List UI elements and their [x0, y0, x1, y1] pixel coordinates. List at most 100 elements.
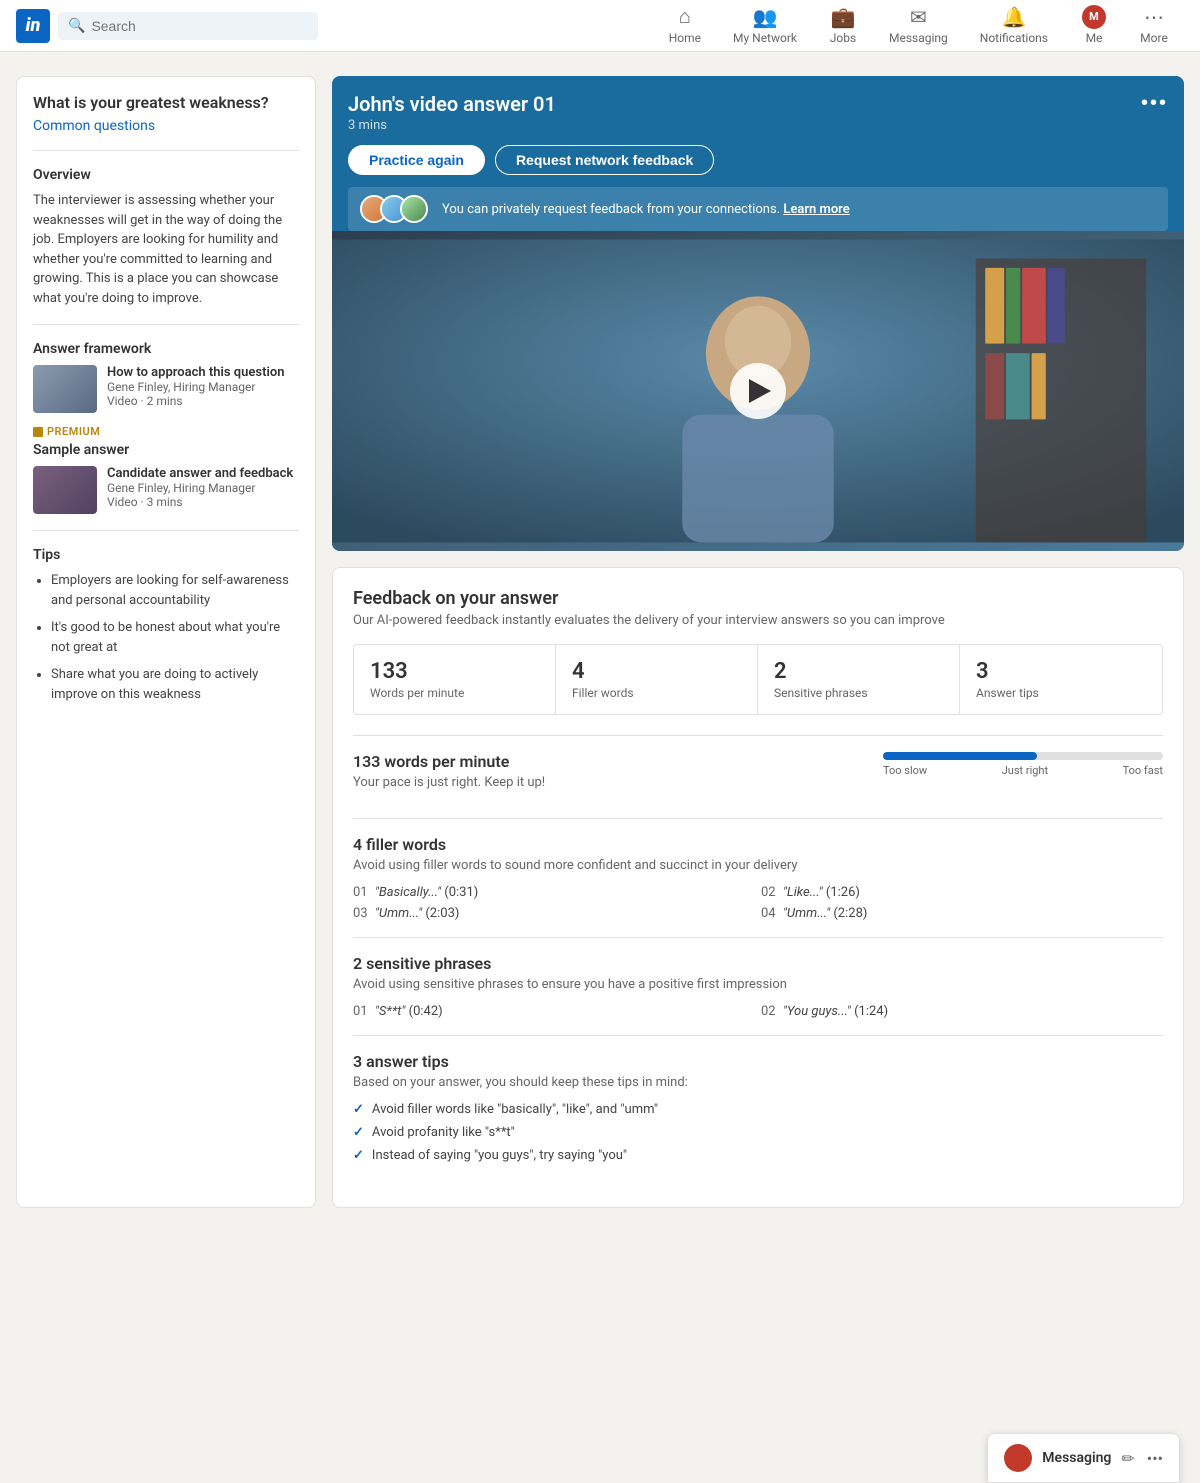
messaging-widget[interactable]: Messaging ✏ ••• [987, 1433, 1180, 1483]
sensitive-word-1: "S**t" [375, 1004, 406, 1019]
sensitive-num-1: 01 [353, 1004, 368, 1019]
search-bar[interactable]: 🔍 [58, 12, 318, 40]
nav-jobs[interactable]: 💼 Jobs [813, 0, 873, 52]
messaging-icons: ✏ ••• [1121, 1449, 1163, 1468]
feedback-bar: You can privately request feedback from … [348, 187, 1168, 231]
search-input[interactable] [91, 18, 308, 34]
nav-notifications[interactable]: 🔔 Notifications [964, 0, 1064, 52]
filler-heading: 4 filler words [353, 835, 1163, 854]
answer-framework-title: Answer framework [33, 341, 299, 357]
video2-info: Candidate answer and feedback Gene Finle… [107, 466, 293, 509]
filler-item-2: 02 "Like..." (1:26) [761, 885, 1163, 900]
search-icon: 🔍 [68, 18, 85, 34]
tip-text-2: Avoid profanity like "s**t" [372, 1125, 515, 1140]
messaging-more-icon[interactable]: ••• [1147, 1449, 1163, 1468]
answer-tips-count: 3 [353, 1052, 362, 1071]
pace-visual: Too slow Just right Too fast [883, 752, 1163, 777]
filler-num-3: 03 [353, 906, 368, 921]
nav-messaging[interactable]: ✉ Messaging [873, 0, 964, 52]
sensitive-detail: 2 sensitive phrases Avoid using sensitiv… [353, 937, 1163, 1035]
filler-num-2: 02 [761, 885, 776, 900]
feedback-subtitle: Our AI-powered feedback instantly evalua… [353, 613, 1163, 628]
sensitive-count: 2 [353, 954, 362, 973]
play-button[interactable] [730, 363, 786, 419]
filler-subtext: Avoid using filler words to sound more c… [353, 858, 1163, 873]
video2-thumbnail [33, 466, 97, 514]
home-icon: ⌂ [679, 4, 691, 29]
answer-tips-subtext: Based on your answer, you should keep th… [353, 1075, 1163, 1090]
stat-wpm-label: Words per minute [370, 686, 539, 700]
feedback-avatars [360, 195, 420, 223]
tip-3: Share what you are doing to actively imp… [51, 665, 299, 704]
feedback-bar-msg: You can privately request feedback from … [442, 202, 780, 217]
tip-2: It's good to be honest about what you're… [51, 618, 299, 657]
practice-again-button[interactable]: Practice again [348, 145, 485, 175]
nav-home[interactable]: ⌂ Home [653, 0, 717, 52]
filler-count: 4 [353, 835, 362, 854]
filler-word-1: "Basically..." [375, 885, 441, 900]
video1-title: How to approach this question [107, 365, 284, 380]
check-icon-1: ✓ [353, 1102, 364, 1117]
tips-title: Tips [33, 547, 299, 563]
request-feedback-button[interactable]: Request network feedback [495, 145, 714, 175]
pace-label-fast: Too fast [1123, 764, 1163, 777]
sample-answer-title: Sample answer [33, 442, 299, 458]
divider-2 [33, 324, 299, 325]
main-layout: What is your greatest weakness? Common q… [0, 52, 1200, 1232]
nav-more[interactable]: ⋯ More [1124, 0, 1184, 52]
feedback-title: Feedback on your answer [353, 588, 1163, 609]
avatar-3 [400, 195, 428, 223]
check-icon-2: ✓ [353, 1125, 364, 1140]
nav-messaging-label: Messaging [889, 31, 948, 45]
filler-word-4: "Umm..." [783, 906, 830, 921]
video2-meta: Video · 3 mins [107, 495, 293, 509]
stat-tips-number: 3 [976, 659, 1146, 684]
nav-notifications-label: Notifications [980, 31, 1048, 45]
logo-text: in [26, 15, 41, 36]
interview-question: What is your greatest weakness? [33, 93, 299, 112]
nav-me[interactable]: M Me [1064, 0, 1124, 52]
stat-sensitive-label: Sensitive phrases [774, 686, 943, 700]
pace-info: 133 words per minute Your pace is just r… [353, 752, 863, 802]
video1-author: Gene Finley, Hiring Manager [107, 380, 284, 394]
learn-more-link[interactable]: Learn more [783, 202, 849, 217]
answer-tips-label-text: answer tips [366, 1052, 449, 1071]
filler-label-text: filler words [366, 835, 446, 854]
jobs-icon: 💼 [831, 5, 856, 29]
sensitive-subtext: Avoid using sensitive phrases to ensure … [353, 977, 1163, 992]
video-more-button[interactable]: ••• [1141, 92, 1168, 115]
wpm-label-text: words per minute [384, 752, 509, 771]
video-card: John's video answer 01 3 mins ••• Practi… [332, 76, 1184, 551]
nav-network[interactable]: 👥 My Network [717, 0, 813, 52]
compose-icon[interactable]: ✏ [1121, 1449, 1134, 1468]
filler-detail: 4 filler words Avoid using filler words … [353, 818, 1163, 937]
nav-network-label: My Network [733, 31, 797, 45]
pace-label-slow: Too slow [883, 764, 927, 777]
feedback-section: Feedback on your answer Our AI-powered f… [332, 567, 1184, 1208]
wpm-number: 133 [353, 752, 380, 771]
framework-video[interactable]: How to approach this question Gene Finle… [33, 365, 299, 413]
filler-item-4: 04 "Umm..." (2:28) [761, 906, 1163, 921]
divider-1 [33, 150, 299, 151]
video2-author: Gene Finley, Hiring Manager [107, 481, 293, 495]
stat-filler: 4 Filler words [556, 645, 758, 714]
answer-tips-heading: 3 answer tips [353, 1052, 1163, 1071]
sample-video[interactable]: Candidate answer and feedback Gene Finle… [33, 466, 299, 514]
play-icon [749, 379, 771, 403]
sensitive-label-text: sensitive phrases [366, 954, 491, 973]
stat-filler-label: Filler words [572, 686, 741, 700]
video-thumbnail[interactable] [332, 231, 1184, 551]
nav-jobs-label: Jobs [830, 31, 856, 45]
overview-title: Overview [33, 167, 299, 183]
stat-tips-label: Answer tips [976, 686, 1146, 700]
tip-text-3: Instead of saying "you guys", try saying… [372, 1148, 627, 1163]
messaging-nav-icon: ✉ [910, 5, 927, 29]
linkedin-logo[interactable]: in [16, 9, 50, 43]
stat-filler-number: 4 [572, 659, 741, 684]
nav-more-label: More [1140, 31, 1168, 45]
feedback-bar-text: You can privately request feedback from … [442, 202, 1156, 217]
common-questions-link[interactable]: Common questions [33, 118, 155, 134]
pace-bar-fill [883, 752, 1037, 760]
filler-word-3: "Umm..." [375, 906, 422, 921]
overview-text: The interviewer is assessing whether you… [33, 191, 299, 308]
